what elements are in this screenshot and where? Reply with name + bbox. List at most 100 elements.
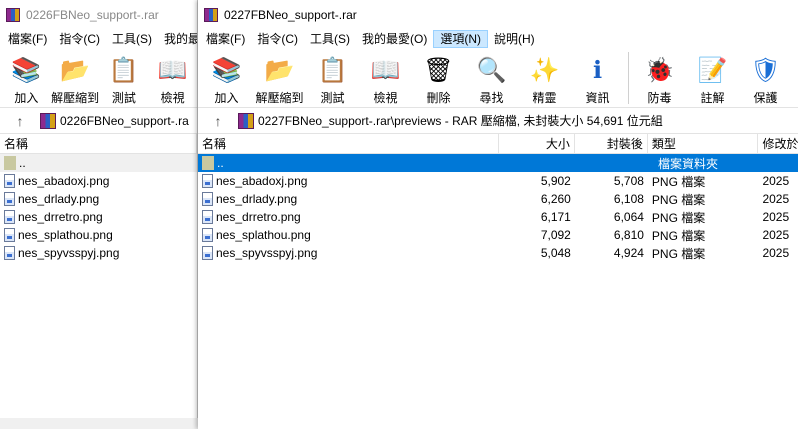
test-button[interactable]: 📋 測試 [100,52,149,106]
file-modified: 2025 [762,246,790,260]
png-file-icon [4,210,15,225]
file-row[interactable]: nes_spyvsspyj.png 5,048 4,924 PNG 檔案 202… [198,244,798,262]
winrar-app-icon [6,8,20,22]
antivirus-button[interactable]: 🐞 防毒 [633,52,686,106]
file-modified: 2025 [762,174,790,188]
file-packed-size: 6,064 [613,210,644,224]
title-bar[interactable]: 0227FBNeo_support-.rar [198,0,798,30]
archive-path[interactable]: 0227FBNeo_support-.rar\previews - RAR 壓縮… [258,112,663,129]
png-file-icon [202,228,213,243]
archive-path[interactable]: 0226FBNeo_support-.ra [60,114,189,128]
column-name-header[interactable]: 名稱 [198,133,499,154]
menu-file[interactable]: 檔案(F) [2,30,53,48]
find-button[interactable]: 🔍 尋找 [465,52,518,106]
parent-folder-icon [202,156,214,171]
file-size: 6,260 [540,192,571,206]
column-modified-header[interactable]: 修改於 [758,134,798,154]
toolbar: 📚 加入 📂 解壓縮到 📋 測試 📖 檢視 🗑 刪除 🔍 尋找 ✨ 精靈 ℹ 資訊 🐞 防毒 📝 註… [198,48,798,108]
file-row[interactable]: nes_splathou.png 7,092 6,810 PNG 檔案 2025 [198,226,798,244]
column-packed-header[interactable]: 封裝後 [575,133,648,154]
file-row[interactable]: nes_drretro.png 6,171 6,064 PNG 檔案 2025 [198,208,798,226]
file-name: nes_drretro.png [216,209,301,224]
file-modified: 2025 [762,192,790,206]
menu-favorites[interactable]: 我的最愛(O) [356,30,433,48]
menu-help[interactable]: 說明(H) [488,30,541,48]
winrar-app-icon [204,8,218,22]
png-file-icon [4,246,15,261]
file-name: nes_spyvsspyj.png [216,245,318,260]
column-size-header[interactable]: 大小 [499,133,575,154]
file-list-header: 名稱 [0,133,197,154]
file-type: PNG 檔案 [651,210,706,225]
menu-file[interactable]: 檔案(F) [200,30,251,48]
column-type-header[interactable]: 類型 [648,133,759,154]
menu-tools[interactable]: 工具(S) [106,30,158,48]
delete-button[interactable]: 🗑 刪除 [412,52,465,106]
view-button[interactable]: 📖 檢視 [148,52,197,106]
add-button[interactable]: 📚 加入 [2,52,51,106]
parent-folder-row[interactable]: .. [0,154,197,172]
parent-folder-label: .. [19,155,26,170]
parent-folder-icon [4,156,16,171]
address-bar: ↑ 0227FBNeo_support-.rar\previews - RAR … [198,108,798,134]
trash-icon: 🗑 [423,56,454,84]
protect-label: 保護 [753,91,778,105]
archive-icon [238,112,254,129]
protect-button[interactable]: 🛡 保護 [739,52,792,106]
file-row[interactable]: nes_abadoxj.png 5,902 5,708 PNG 檔案 2025 [198,172,798,190]
file-row[interactable]: nes_abadoxj.png [0,172,197,190]
column-name-header[interactable]: 名稱 [0,133,197,154]
view-label: 檢視 [373,91,398,105]
file-row[interactable]: nes_drretro.png [0,208,197,226]
magnifier-icon: 🔍 [476,56,507,84]
extract-to-button[interactable]: 📂 解壓縮到 [253,52,306,106]
extract-to-label: 解壓縮到 [255,91,304,105]
archive-icon [40,112,56,129]
png-file-icon [4,228,15,243]
background-winrar-window[interactable]: 0226FBNeo_support-.rar 檔案(F) 指令(C) 工具(S)… [0,0,198,418]
info-button[interactable]: ℹ 資訊 [571,52,624,106]
file-name: nes_splathou.png [18,227,113,242]
info-icon: ℹ [592,56,603,84]
parent-folder-row[interactable]: .. 檔案資料夾 [198,154,798,172]
file-packed-size: 6,810 [613,228,644,242]
png-file-icon [4,174,15,189]
png-file-icon [202,192,213,207]
menu-commands[interactable]: 指令(C) [251,30,304,48]
file-row[interactable]: nes_drlady.png [0,190,197,208]
file-row[interactable]: nes_splathou.png [0,226,197,244]
file-row[interactable]: nes_spyvsspyj.png [0,244,197,262]
file-size: 5,048 [540,246,571,260]
menu-commands[interactable]: 指令(C) [53,30,106,48]
view-button[interactable]: 📖 檢視 [359,52,412,106]
up-arrow-icon[interactable]: ↑ [198,113,238,129]
test-label: 測試 [111,91,136,105]
wizard-wand-icon: ✨ [529,56,560,84]
view-label: 檢視 [160,91,185,105]
file-modified: 2025 [762,210,790,224]
file-type: PNG 檔案 [651,228,706,243]
add-label: 加入 [214,91,239,105]
add-archive-icon: 📚 [211,56,242,84]
up-arrow-icon[interactable]: ↑ [0,113,40,129]
toolbar: 📚 加入 📂 解壓縮到 📋 測試 📖 檢視 [0,48,197,108]
test-button[interactable]: 📋 測試 [306,52,359,106]
file-name: nes_drretro.png [18,209,103,224]
menu-options[interactable]: 選項(N) [433,30,488,48]
file-size: 7,092 [540,228,571,242]
file-size: 5,902 [540,174,571,188]
file-row[interactable]: nes_drlady.png 6,260 6,108 PNG 檔案 2025 [198,190,798,208]
menu-tools[interactable]: 工具(S) [304,30,356,48]
comment-button[interactable]: 📝 註解 [686,52,739,106]
window-title: 0226FBNeo_support-.rar [26,8,159,22]
file-name: nes_abadoxj.png [18,173,110,188]
file-name: nes_drlady.png [18,191,100,206]
title-bar[interactable]: 0226FBNeo_support-.rar [0,0,197,30]
extract-to-button[interactable]: 📂 解壓縮到 [51,52,100,106]
foreground-winrar-window[interactable]: 0227FBNeo_support-.rar 檔案(F) 指令(C) 工具(S)… [198,0,798,429]
add-button[interactable]: 📚 加入 [200,52,253,106]
extract-to-label: 解壓縮到 [51,91,100,105]
menu-favorites[interactable]: 我的最愛 [158,30,197,48]
parent-folder-label: .. [217,155,224,170]
wizard-button[interactable]: ✨ 精靈 [518,52,571,106]
